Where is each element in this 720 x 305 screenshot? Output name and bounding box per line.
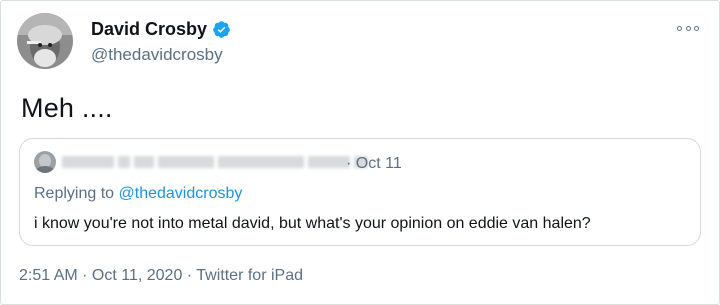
quoted-tweet-text: i know you're not into metal david, but … <box>34 215 591 232</box>
author-handle[interactable]: @thedavidcrosby <box>91 45 223 65</box>
author-display-name[interactable]: David Crosby <box>91 19 207 40</box>
quoted-author-avatar <box>34 151 56 173</box>
author-name-row: David Crosby <box>91 19 231 40</box>
replying-to-line: Replying to @thedavidcrosby <box>34 185 242 203</box>
tweet-timestamp[interactable]: 2:51 AM · Oct 11, 2020 · Twitter for iPa… <box>19 267 303 285</box>
author-avatar[interactable] <box>17 13 73 69</box>
tweet-text: Meh .... <box>21 93 113 123</box>
verified-badge-icon <box>212 20 231 39</box>
replying-to-mention[interactable]: @thedavidcrosby <box>119 185 243 202</box>
quoted-author-name-blurred <box>62 156 368 168</box>
tweet-card: David Crosby @thedavidcrosby Meh .... · … <box>0 0 720 305</box>
quoted-tweet[interactable]: · Oct 11 Replying to @thedavidcrosby i k… <box>19 138 701 246</box>
replying-to-label: Replying to <box>34 185 119 202</box>
quoted-tweet-date: · Oct 11 <box>346 155 402 172</box>
more-options-icon[interactable] <box>677 23 699 33</box>
